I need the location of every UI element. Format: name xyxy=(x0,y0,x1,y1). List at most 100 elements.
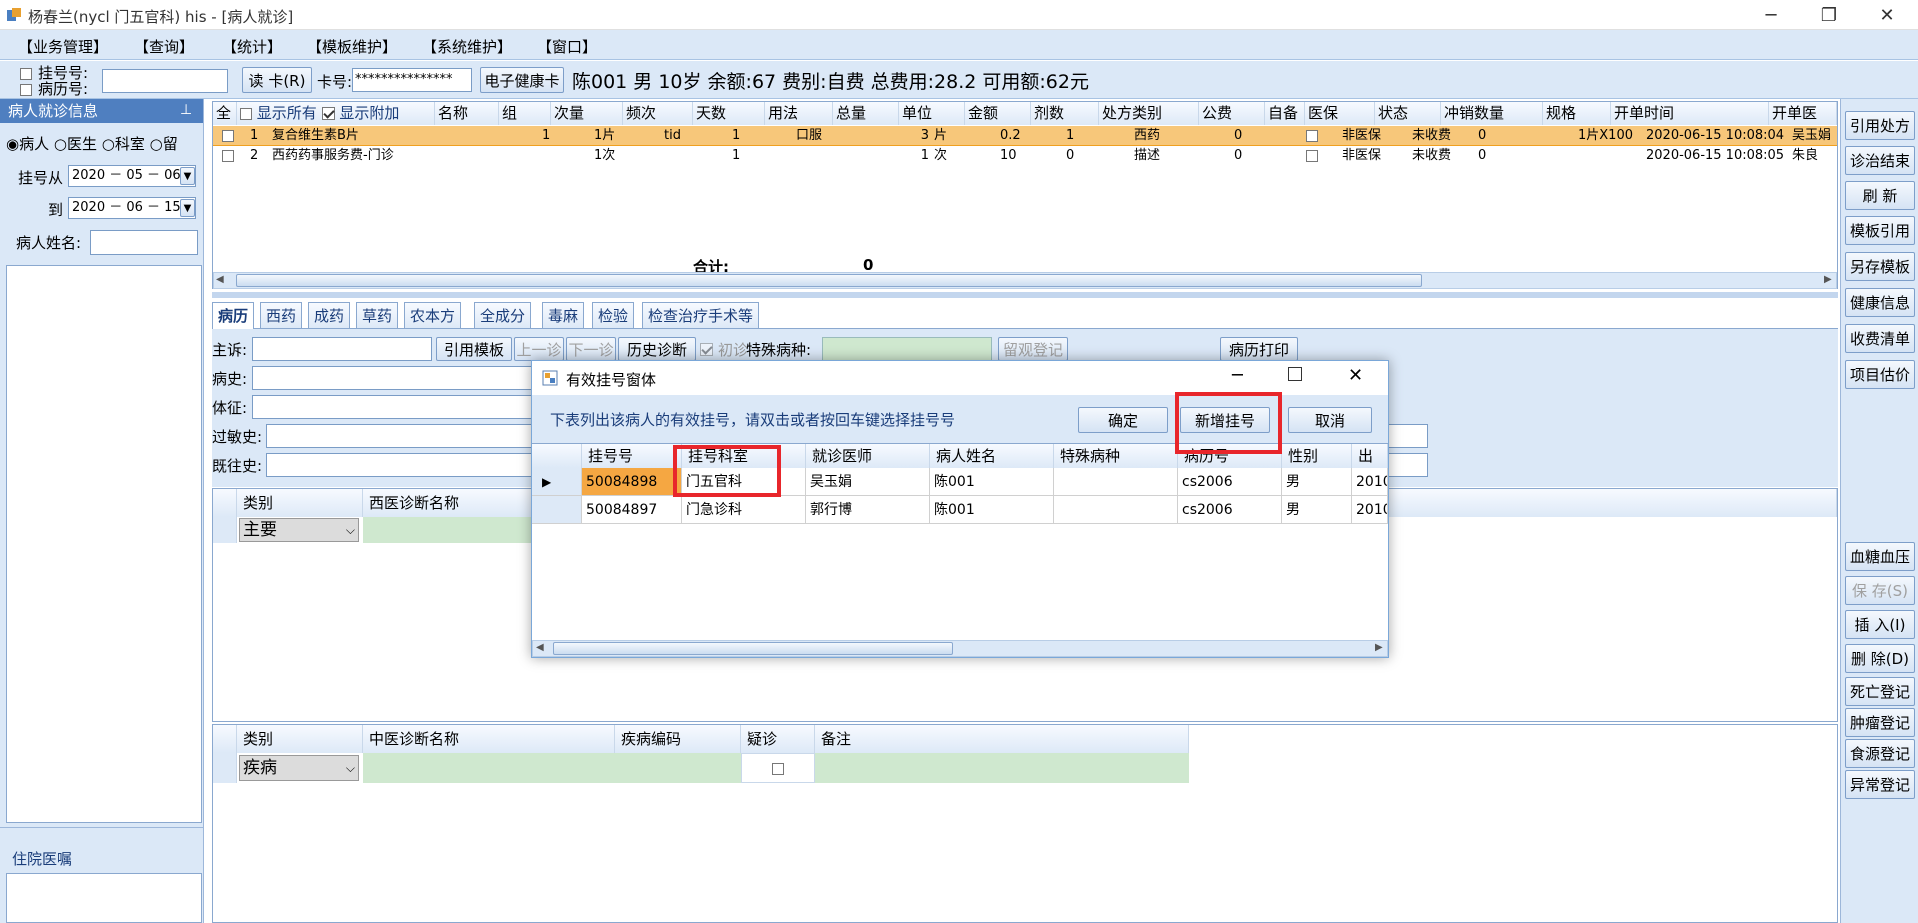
tab-full-ingredient[interactable]: 全成分 xyxy=(474,302,532,328)
col-doctor[interactable]: 开单医 xyxy=(1769,102,1837,125)
patient-name-input[interactable] xyxy=(90,230,198,255)
table-row[interactable]: ▶ 50084898 门五官科 吴玉娟 陈001 cs2006 男 2010 xyxy=(532,468,1388,496)
save-as-template-button[interactable]: 另存模板 xyxy=(1845,252,1915,281)
row-selector[interactable] xyxy=(213,517,237,543)
radio-doctor-icon[interactable]: ○ xyxy=(54,135,67,153)
col-rx-type[interactable]: 处方类别 xyxy=(1099,102,1199,125)
tumor-register-button[interactable]: 肿瘤登记 xyxy=(1845,708,1915,737)
sign-input[interactable] xyxy=(252,395,540,419)
show-extra-checkbox[interactable] xyxy=(321,107,335,120)
record-no-checkbox[interactable] xyxy=(20,84,32,96)
use-template-button[interactable]: 引用模板 xyxy=(436,337,512,361)
west-col-type[interactable]: 类别 xyxy=(237,489,363,517)
tab-record[interactable]: 病历 xyxy=(212,302,255,329)
tab-patent[interactable]: 成药 xyxy=(308,302,351,328)
quote-prescription-button[interactable]: 引用处方 xyxy=(1845,111,1915,140)
radio-doctor-label[interactable]: 医生 xyxy=(67,135,97,153)
template-quote-button[interactable]: 模板引用 xyxy=(1845,216,1915,245)
col-self[interactable]: 自备 xyxy=(1265,102,1305,125)
show-extra-label[interactable]: 显示附加 xyxy=(339,104,399,122)
print-record-button[interactable]: 病历打印 xyxy=(1220,337,1298,361)
dlg-col-birth[interactable]: 出生 xyxy=(1352,444,1388,468)
inpatient-orders-label[interactable]: 住院医嘱 xyxy=(12,848,72,869)
foodborne-register-button[interactable]: 食源登记 xyxy=(1845,739,1915,768)
dialog-maximize-icon[interactable] xyxy=(1288,367,1302,381)
radio-dept-icon[interactable]: ○ xyxy=(102,135,115,153)
tcm-name-cell[interactable] xyxy=(363,753,615,783)
menu-window[interactable]: 【窗口】 xyxy=(537,36,597,57)
scrollbar-thumb[interactable] xyxy=(236,274,1422,287)
suspect-checkbox[interactable] xyxy=(772,762,784,775)
row-self-checkbox[interactable] xyxy=(1306,149,1318,162)
insert-button[interactable]: 插 入(I) xyxy=(1845,610,1915,639)
tab-western[interactable]: 西药 xyxy=(260,302,303,328)
scroll-right-icon[interactable]: ▶ xyxy=(1375,642,1383,653)
read-card-button[interactable]: 读 卡(R) xyxy=(242,67,312,93)
radio-stay-icon[interactable]: ○ xyxy=(150,135,163,153)
col-dose[interactable]: 次量 xyxy=(551,102,623,125)
next-visit-button[interactable]: 下一诊 xyxy=(566,337,616,361)
patient-list[interactable] xyxy=(6,265,202,823)
west-type-select[interactable]: 主要 ⌵ xyxy=(239,518,359,542)
abnormal-register-button[interactable]: 异常登记 xyxy=(1845,770,1915,799)
tcm-col-code[interactable]: 疾病编码 xyxy=(615,725,741,753)
prev-visit-button[interactable]: 上一诊 xyxy=(514,337,564,361)
charge-list-button[interactable]: 收费清单 xyxy=(1845,324,1915,353)
finish-treatment-button[interactable]: 诊治结束 xyxy=(1845,146,1915,175)
minimize-icon[interactable]: ─ xyxy=(1742,0,1800,30)
first-visit-checkbox[interactable] xyxy=(700,343,713,356)
col-freq[interactable]: 频次 xyxy=(623,102,693,125)
dlg-col-reg[interactable]: 挂号号 xyxy=(582,444,682,468)
tcm-col-note[interactable]: 备注 xyxy=(815,725,1189,753)
dlg-col-sex[interactable]: 性别 xyxy=(1282,444,1352,468)
ehealth-card-button[interactable]: 电子健康卡 xyxy=(480,67,564,93)
scrollbar-thumb[interactable] xyxy=(553,642,953,655)
tcm-col-suspect[interactable]: 疑诊 xyxy=(741,725,815,753)
tcm-type-select[interactable]: 疾病 ⌵ xyxy=(239,755,359,781)
inpatient-orders-list[interactable] xyxy=(6,873,202,923)
card-no-input[interactable]: *************** xyxy=(352,68,472,92)
menu-query[interactable]: 【查询】 xyxy=(134,36,194,57)
dialog-minimize-icon[interactable]: ─ xyxy=(1232,365,1243,386)
menu-statistics[interactable]: 【统计】 xyxy=(222,36,282,57)
splitter[interactable] xyxy=(212,292,1838,298)
tab-farm-recipe[interactable]: 农本方 xyxy=(404,302,462,328)
past-extra-input[interactable] xyxy=(1388,453,1428,477)
observe-register-button[interactable]: 留观登记 xyxy=(998,337,1068,361)
col-name[interactable]: 名称 xyxy=(435,102,499,125)
col-days[interactable]: 天数 xyxy=(693,102,765,125)
dlg-col-doctor[interactable]: 就诊医师 xyxy=(806,444,930,468)
row-selector[interactable] xyxy=(213,753,237,783)
radio-patient-icon[interactable]: ◉ xyxy=(6,135,19,153)
reg-no-input[interactable] xyxy=(102,69,228,93)
chevron-down-icon[interactable]: ⌵ xyxy=(346,519,355,541)
menu-template[interactable]: 【模板维护】 xyxy=(307,36,397,57)
special-disease-input[interactable] xyxy=(822,337,992,361)
date-to-dropdown-icon[interactable]: ▼ xyxy=(180,199,195,217)
cancel-button[interactable]: 取消 xyxy=(1288,407,1372,433)
history-input[interactable] xyxy=(252,366,540,390)
pin-icon[interactable]: ⊥ xyxy=(180,102,192,118)
refresh-button[interactable]: 刷 新 xyxy=(1845,181,1915,210)
col-amount[interactable]: 金额 xyxy=(965,102,1031,125)
save-button[interactable]: 保 存(S) xyxy=(1845,576,1915,605)
allergy-input[interactable] xyxy=(266,424,540,448)
death-register-button[interactable]: 死亡登记 xyxy=(1845,677,1915,706)
radio-dept-label[interactable]: 科室 xyxy=(115,135,145,153)
tab-herbal[interactable]: 草药 xyxy=(356,302,399,328)
tcm-col-name[interactable]: 中医诊断名称 xyxy=(363,725,615,753)
reg-from-date[interactable]: 2020 － 05 － 06 xyxy=(68,165,196,187)
radio-patient-label[interactable]: 病人 xyxy=(19,135,49,153)
dialog-horizontal-scrollbar[interactable]: ◀ ▶ xyxy=(532,640,1388,657)
reg-to-date[interactable]: 2020 － 06 － 15 xyxy=(68,197,196,219)
menu-system[interactable]: 【系统维护】 xyxy=(422,36,512,57)
row-checkbox[interactable] xyxy=(222,149,234,162)
blood-sugar-pressure-button[interactable]: 血糖血压 xyxy=(1845,542,1915,571)
horizontal-scrollbar[interactable]: ◀ ▶ xyxy=(213,272,1837,289)
history-diag-button[interactable]: 历史诊断 xyxy=(618,337,696,361)
past-history-input[interactable] xyxy=(266,453,540,477)
col-group[interactable]: 组 xyxy=(499,102,551,125)
delete-button[interactable]: 删 除(D) xyxy=(1845,644,1915,673)
tcm-note-cell[interactable] xyxy=(815,753,1189,783)
menu-business[interactable]: 【业务管理】 xyxy=(18,36,108,57)
